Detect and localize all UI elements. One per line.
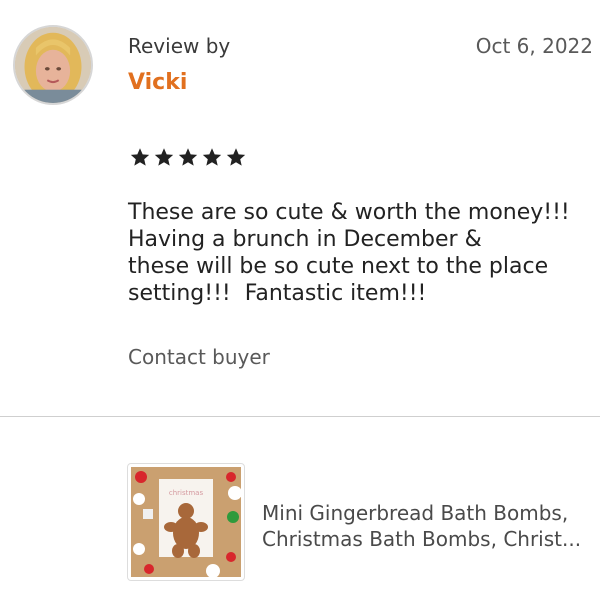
reviewer-name-link[interactable]: Vicki bbox=[128, 70, 187, 95]
star-icon bbox=[153, 146, 175, 168]
product-title-line1: Mini Gingerbread Bath Bombs, bbox=[262, 501, 569, 525]
card-text: christmas bbox=[169, 489, 204, 497]
star-icon bbox=[129, 146, 151, 168]
star-icon bbox=[225, 146, 247, 168]
product-title-link[interactable]: Mini Gingerbread Bath Bombs, Christmas B… bbox=[262, 500, 592, 552]
star-rating bbox=[129, 146, 247, 168]
avatar-photo-icon bbox=[15, 27, 91, 103]
star-icon bbox=[177, 146, 199, 168]
section-divider bbox=[0, 416, 600, 417]
star-icon bbox=[201, 146, 223, 168]
gingerbread-product-image-icon: christmas bbox=[131, 467, 241, 577]
review-text: These are so cute & worth the money!!! H… bbox=[128, 200, 570, 306]
review-date: Oct 6, 2022 bbox=[475, 34, 593, 58]
product-title-line2: Christmas Bath Bombs, Christ... bbox=[262, 527, 582, 551]
product-thumbnail[interactable]: christmas bbox=[127, 463, 245, 581]
reviewer-avatar[interactable] bbox=[13, 25, 93, 105]
contact-buyer-link[interactable]: Contact buyer bbox=[128, 345, 270, 369]
review-by-label: Review by bbox=[128, 34, 231, 58]
